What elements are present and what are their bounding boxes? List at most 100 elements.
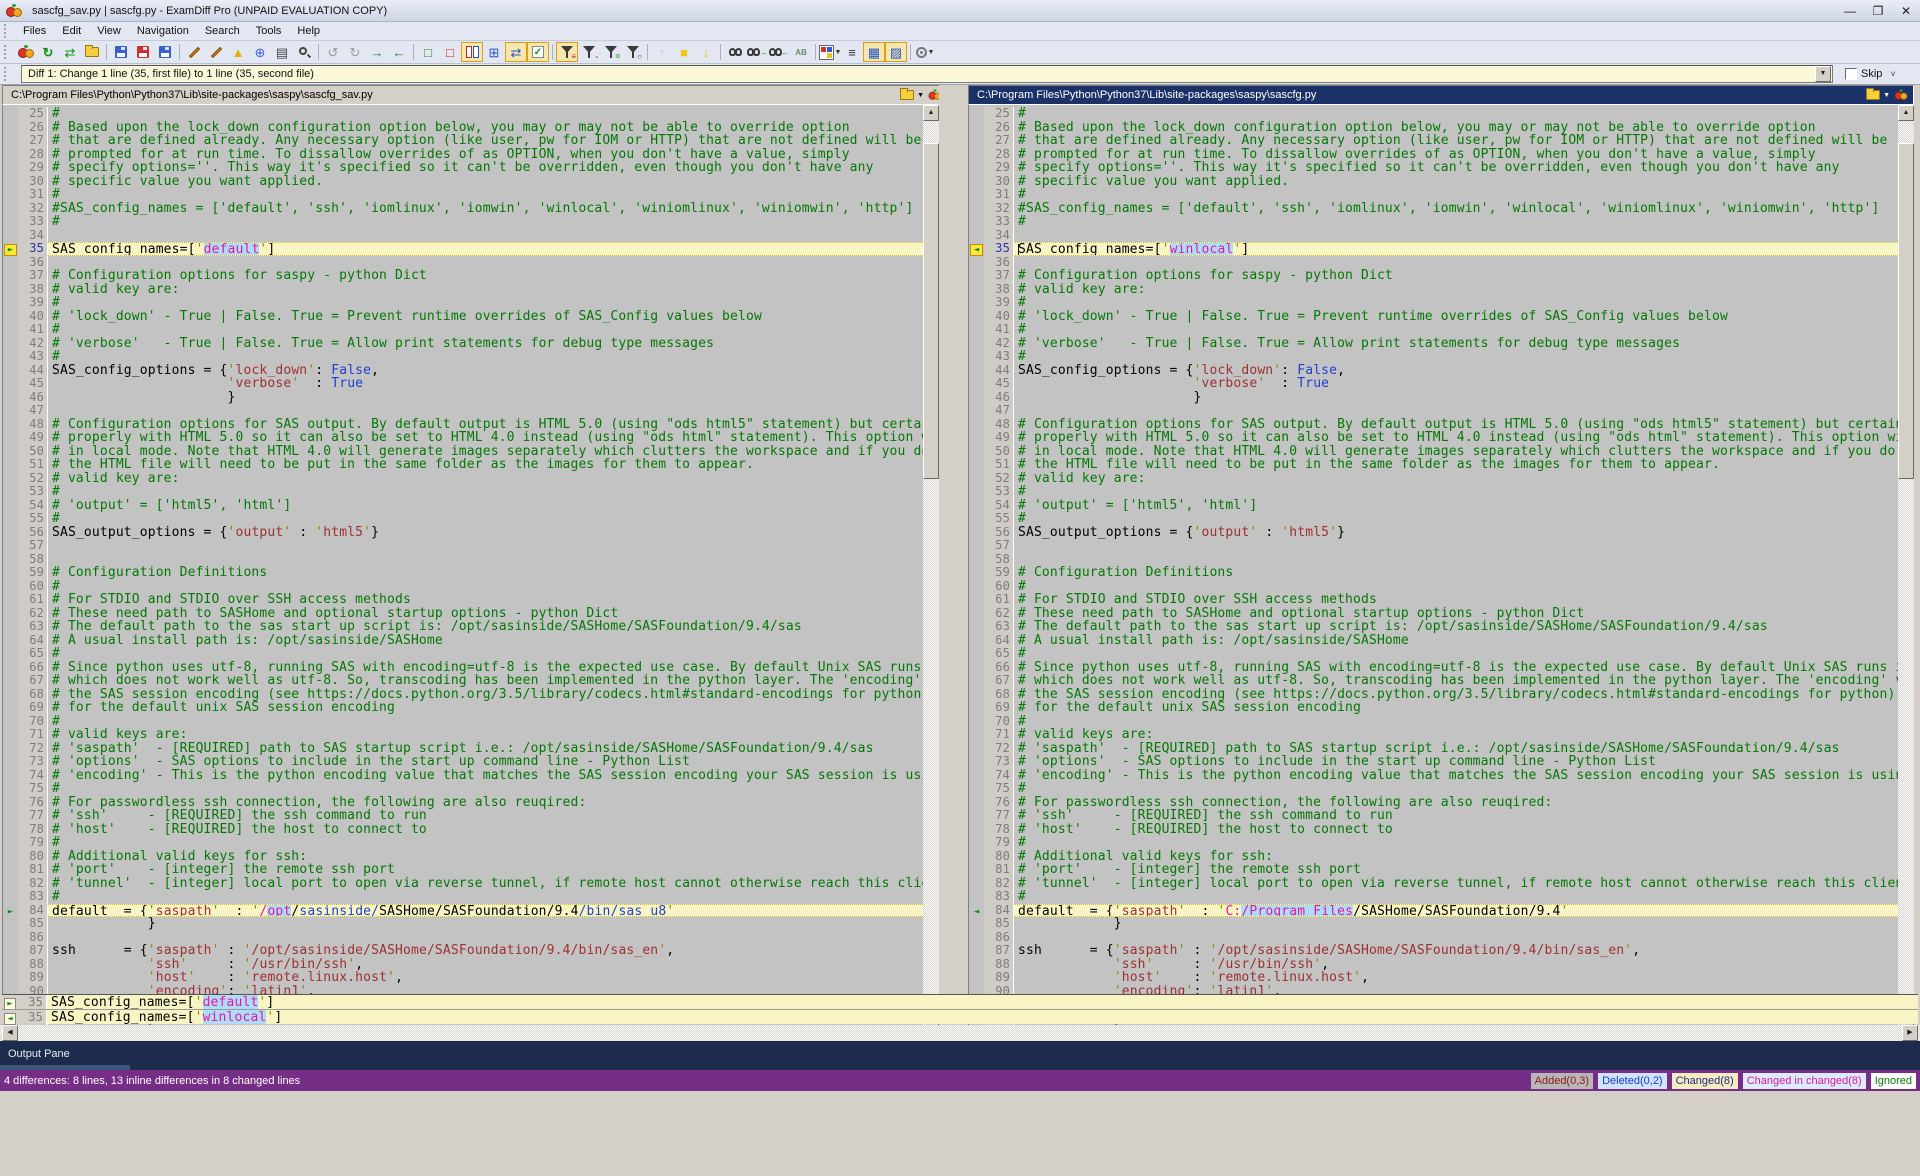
code-line-text[interactable]: # Based upon the lock_down configuration… [1013, 121, 1898, 135]
code-line-text[interactable]: # [1013, 715, 1898, 729]
code-line-text[interactable]: # 'ssh' - [REQUIRED] the ssh command to … [47, 809, 923, 823]
swap-panes-icon[interactable]: ⇄ [59, 42, 81, 62]
code-line-text[interactable]: # Based upon the lock_down configuration… [47, 121, 923, 135]
code-line-text[interactable]: # [47, 836, 923, 850]
code-line-text[interactable]: 'host' : 'remote.linux.host', [1013, 971, 1898, 985]
code-line-text[interactable] [1013, 931, 1898, 945]
pane-splitter[interactable] [939, 85, 968, 1039]
left-open-file-icon[interactable] [900, 90, 914, 100]
code-line-text[interactable]: # These need path to SASHome and optiona… [1013, 607, 1898, 621]
settings-gear-icon[interactable]: ▼ [914, 42, 936, 62]
code-line-text[interactable]: # Configuration Definitions [47, 566, 923, 580]
code-line-text[interactable] [1013, 553, 1898, 567]
open-files-icon[interactable] [81, 42, 103, 62]
menu-item-tools[interactable]: Tools [248, 23, 290, 39]
code-line-text[interactable]: # 'output' = ['html5', 'html'] [47, 499, 923, 513]
compare-files-icon[interactable] [15, 42, 37, 62]
show-files-in-grid-icon[interactable]: ⊞ [483, 42, 505, 62]
previous-difference-icon[interactable]: ← [388, 42, 410, 62]
code-line-text[interactable]: # The default path to the sas start up s… [1013, 620, 1898, 634]
find-previous-icon[interactable]: ← [768, 42, 790, 62]
code-line-text[interactable]: # A usual install path is: /opt/sasinsid… [1013, 634, 1898, 648]
code-line-text[interactable]: # the HTML file will need to be put in t… [1013, 458, 1898, 472]
code-line-text[interactable]: # valid key are: [47, 472, 923, 486]
right-vscroll-thumb[interactable] [1898, 143, 1914, 479]
left-pane-header[interactable]: C:\Program Files\Python\Python37\Lib\sit… [2, 85, 948, 105]
code-line-text[interactable]: # [47, 890, 923, 904]
code-line-text[interactable]: default = {'saspath' : '/opt/sasinside/S… [47, 904, 923, 918]
code-line-text[interactable]: # [1013, 580, 1898, 594]
undo-icon[interactable]: ↺ [322, 42, 344, 62]
code-line-text[interactable]: SAS_config_options = {'lock_down': False… [47, 364, 923, 378]
menu-item-help[interactable]: Help [289, 23, 328, 39]
filter-hide-matching-icon[interactable]: - [578, 42, 600, 62]
code-line-text[interactable]: 'verbose' : True [1013, 377, 1898, 391]
code-line-text[interactable] [47, 229, 923, 243]
code-line-text[interactable]: # 'output' = ['html5', 'html'] [1013, 499, 1898, 513]
edit-first-file-icon[interactable] [183, 42, 205, 62]
code-line-text[interactable]: # [47, 485, 923, 499]
code-line-text[interactable]: # valid key are: [1013, 283, 1898, 297]
code-line-text[interactable]: # [47, 715, 923, 729]
code-line-text[interactable]: # 'saspath' - [REQUIRED] path to SAS sta… [1013, 742, 1898, 756]
code-line-text[interactable]: } [1013, 917, 1898, 931]
bottom-diff-row-first[interactable]: ►35SAS_config_names=['default'] [2, 994, 1918, 1009]
diff-combo-dropdown-icon[interactable]: ▼ [1815, 66, 1831, 82]
backup-second-file-icon[interactable]: ⊕ [249, 42, 271, 62]
code-line-text[interactable]: SAS_config_names=['default'] [47, 242, 923, 256]
code-line-text[interactable]: # For STDIO and STDIO over SSH access me… [47, 593, 923, 607]
code-line-text[interactable]: # [47, 296, 923, 310]
code-line-text[interactable]: # Since python uses utf-8, running SAS w… [47, 661, 923, 675]
code-line-text[interactable] [47, 404, 923, 418]
code-line-text[interactable]: # Since python uses utf-8, running SAS w… [1013, 661, 1898, 675]
code-line-text[interactable]: # [1013, 836, 1898, 850]
code-line-text[interactable]: # the HTML file will need to be put in t… [47, 458, 923, 472]
auto-recompare-icon[interactable]: ⇄ [505, 42, 527, 62]
code-line-text[interactable]: # prompted for at run time. To dissallow… [1013, 148, 1898, 162]
code-line-text[interactable]: # [1013, 215, 1898, 229]
go-first-difference-icon[interactable]: ↑ [651, 42, 673, 62]
code-line-text[interactable]: # Configuration options for saspy - pyth… [1013, 269, 1898, 283]
bottom-diff-text[interactable]: SAS_config_names=['default'] [46, 995, 1918, 1009]
code-line-text[interactable]: # [1013, 323, 1898, 337]
code-line-text[interactable]: # 'tunnel' - [integer] local port to ope… [47, 877, 923, 891]
code-line-text[interactable]: # [47, 782, 923, 796]
menu-item-search[interactable]: Search [197, 23, 248, 39]
code-line-text[interactable]: SAS_config_options = {'lock_down': False… [1013, 364, 1898, 378]
code-line-text[interactable]: # [47, 215, 923, 229]
code-line-text[interactable]: # These need path to SASHome and optiona… [47, 607, 923, 621]
show-all-lines-icon[interactable]: □ [417, 42, 439, 62]
code-line-text[interactable] [47, 256, 923, 270]
bottom-diff-row-second[interactable]: ◄35SAS_config_names=['winlocal'] [2, 1009, 1918, 1024]
code-line-text[interactable]: # [1013, 107, 1898, 121]
panes-layout-icon[interactable]: ▼ [819, 42, 841, 62]
code-line-text[interactable]: # 'tunnel' - [integer] local port to ope… [1013, 877, 1898, 891]
code-line-text[interactable]: # 'encoding' - This is the python encodi… [1013, 769, 1898, 783]
code-line-text[interactable]: # 'options' - SAS options to include in … [47, 755, 923, 769]
code-line-text[interactable]: # which does not work well as utf-8. So,… [47, 674, 923, 688]
code-line-text[interactable]: # which does not work well as utf-8. So,… [1013, 674, 1898, 688]
right-compare-icon[interactable] [1895, 89, 1908, 100]
filter-custom-icon[interactable]: ○ [622, 42, 644, 62]
print-preview-icon[interactable] [293, 42, 315, 62]
code-line-text[interactable]: # 'port' - [integer] the remote ssh port [1013, 863, 1898, 877]
code-line-text[interactable]: # [47, 350, 923, 364]
code-line-text[interactable]: # [1013, 647, 1898, 661]
code-line-text[interactable]: # For passwordless ssh connection, the f… [47, 796, 923, 810]
show-edit-controls-icon[interactable]: ✓ [527, 42, 549, 62]
right-open-file-icon[interactable] [1866, 90, 1880, 100]
edit-second-file-icon[interactable] [205, 42, 227, 62]
right-code-pane[interactable]: 25#26# Based upon the lock_down configur… [968, 105, 1898, 1038]
syntax-options-icon[interactable]: ▨ [885, 42, 907, 62]
code-line-text[interactable]: 'host' : 'remote.linux.host', [47, 971, 923, 985]
save-first-file-icon[interactable] [110, 42, 132, 62]
code-line-text[interactable]: # properly with HTML 5.0 so it can also … [1013, 431, 1898, 445]
code-line-text[interactable]: SAS_output_options = {'output' : 'html5'… [47, 526, 923, 540]
left-vscroll-thumb[interactable] [923, 143, 939, 479]
code-line-text[interactable]: # [1013, 188, 1898, 202]
code-line-text[interactable]: # 'saspath' - [REQUIRED] path to SAS sta… [47, 742, 923, 756]
plugins-icon[interactable]: ▦ [863, 42, 885, 62]
code-line-text[interactable]: # specify options=''. This way it's spec… [1013, 161, 1898, 175]
code-line-text[interactable]: SAS_output_options = {'output' : 'html5'… [1013, 526, 1898, 540]
code-line-text[interactable]: # 'lock_down' - True | False. True = Pre… [1013, 310, 1898, 324]
